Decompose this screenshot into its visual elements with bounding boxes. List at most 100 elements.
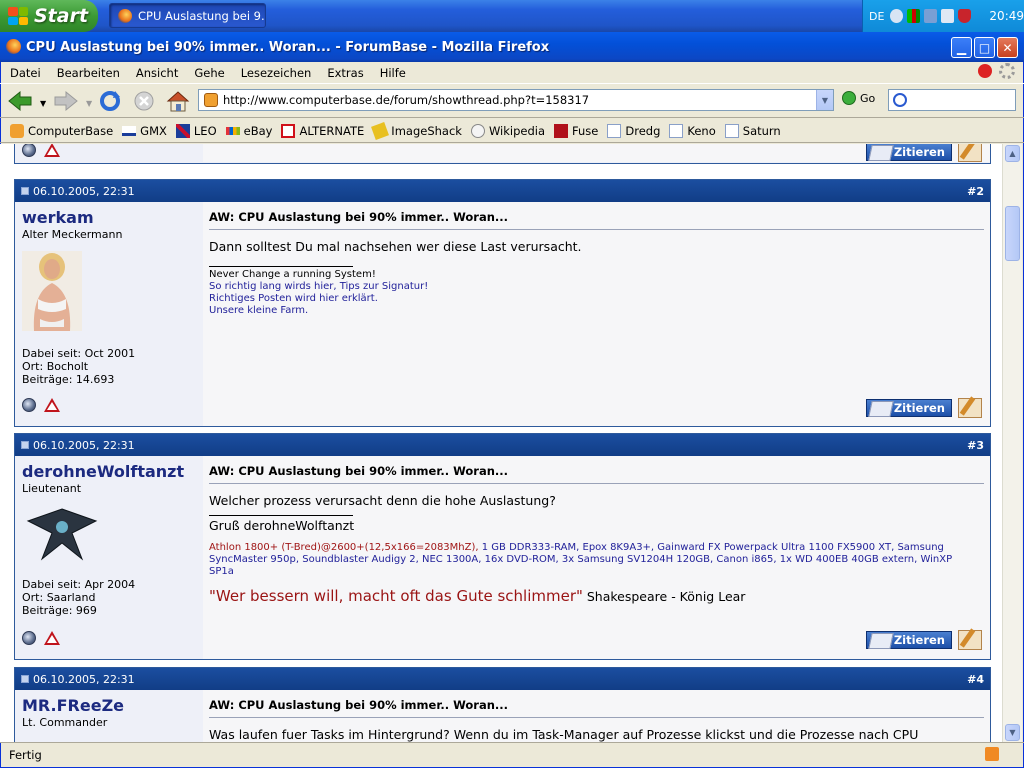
quick-reply-icon[interactable] bbox=[958, 398, 982, 418]
post-date: 06.10.2005, 22:31 bbox=[33, 438, 135, 452]
post-title: AW: CPU Auslastung bei 90% immer.. Woran… bbox=[209, 210, 984, 230]
scroll-up-button[interactable]: ▲ bbox=[1005, 145, 1020, 162]
post-text: Welcher prozess verursacht denn die hohe… bbox=[209, 493, 556, 508]
bookmark-wikipedia[interactable]: Wikipedia bbox=[470, 123, 545, 138]
online-status-icon[interactable] bbox=[22, 144, 36, 157]
go-button[interactable]: Go bbox=[842, 91, 875, 105]
menu-bar: Datei Bearbeiten Ansicht Gehe Lesezeiche… bbox=[0, 62, 1024, 83]
forward-dropdown-icon[interactable]: ▼ bbox=[86, 99, 92, 108]
bookmark-label: Keno bbox=[687, 123, 716, 138]
report-post-icon[interactable] bbox=[44, 398, 60, 412]
user-rank: Lt. Commander bbox=[22, 716, 108, 729]
post-2: 06.10.2005, 22:31 #2 werkam Alter Mecker… bbox=[14, 179, 991, 427]
stop-button[interactable] bbox=[131, 89, 157, 113]
report-post-icon[interactable] bbox=[44, 631, 60, 645]
cpu-meter-icon[interactable] bbox=[907, 9, 921, 23]
bookmark-alternate[interactable]: ALTERNATE bbox=[281, 123, 364, 138]
bookmark-imageshack[interactable]: ImageShack bbox=[371, 121, 462, 140]
window-title: CPU Auslastung bei 90% immer.. Woran... … bbox=[26, 39, 550, 55]
title-bar[interactable]: CPU Auslastung bei 90% immer.. Woran... … bbox=[0, 32, 1024, 62]
clock: 20:49 bbox=[989, 9, 1024, 23]
bookmark-gmx[interactable]: GMX bbox=[122, 124, 167, 138]
url-dropdown-icon[interactable]: ▼ bbox=[816, 90, 833, 110]
menu-lesezeichen[interactable]: Lesezeichen bbox=[241, 66, 312, 80]
close-button[interactable]: ✕ bbox=[997, 37, 1018, 58]
back-button[interactable] bbox=[7, 89, 33, 113]
bookmark-ebay[interactable]: eBay bbox=[225, 123, 273, 138]
user-avatar bbox=[22, 251, 82, 331]
signature-quote-line: "Wer bessern will, macht oft das Gute sc… bbox=[209, 587, 984, 605]
signature-link[interactable]: Richtiges Posten wird hier erklärt. bbox=[209, 293, 984, 305]
url-bar[interactable]: http://www.computerbase.de/forum/showthr… bbox=[198, 89, 834, 111]
home-button[interactable] bbox=[165, 89, 191, 113]
reload-button[interactable] bbox=[97, 89, 123, 113]
post-text: Was laufen fuer Tasks im Hintergrund? We… bbox=[209, 727, 919, 742]
forward-button[interactable] bbox=[53, 89, 79, 113]
bookmark-leo[interactable]: LEO bbox=[175, 123, 217, 138]
vertical-scrollbar[interactable]: ▲ ▼ bbox=[1002, 144, 1022, 742]
menu-ansicht[interactable]: Ansicht bbox=[136, 66, 178, 80]
user-join-date: Dabei seit: Apr 2004 bbox=[22, 578, 136, 591]
volume-icon[interactable] bbox=[941, 9, 955, 23]
status-bar: Fertig bbox=[0, 742, 1024, 766]
menu-datei[interactable]: Datei bbox=[10, 66, 41, 80]
scroll-thumb[interactable] bbox=[1005, 206, 1020, 261]
username[interactable]: MR.FReeZe bbox=[22, 696, 195, 715]
windows-logo-icon bbox=[8, 7, 28, 25]
minimize-button[interactable]: ▁ bbox=[951, 37, 972, 58]
post-text: Dann solltest Du mal nachsehen wer diese… bbox=[209, 239, 582, 254]
security-shield-icon[interactable] bbox=[958, 9, 972, 23]
bookmark-keno[interactable]: Keno bbox=[669, 123, 716, 138]
bookmark-fuse[interactable]: Fuse bbox=[554, 123, 598, 138]
signature-link[interactable]: Unsere kleine Farm. bbox=[209, 305, 984, 317]
maximize-button[interactable]: □ bbox=[974, 37, 995, 58]
user-avatar bbox=[22, 503, 102, 563]
reload-icon bbox=[100, 91, 120, 111]
forward-arrow-icon bbox=[54, 90, 78, 112]
post-number[interactable]: #3 bbox=[967, 439, 984, 452]
update-alert-icon[interactable] bbox=[978, 64, 992, 78]
back-dropdown-icon[interactable]: ▼ bbox=[40, 99, 46, 108]
post-title: AW: CPU Auslastung bei 90% immer.. Woran… bbox=[209, 464, 984, 484]
search-input[interactable] bbox=[888, 89, 1016, 111]
bookmark-label: eBay bbox=[243, 123, 273, 138]
start-button[interactable]: Start bbox=[0, 0, 98, 32]
bookmark-dredg[interactable]: Dredg bbox=[607, 123, 660, 138]
menu-bearbeiten[interactable]: Bearbeiten bbox=[57, 66, 120, 80]
post-date: 06.10.2005, 22:31 bbox=[33, 184, 135, 198]
taskbar-firefox-task[interactable]: CPU Auslastung bei 9... bbox=[109, 3, 266, 28]
go-label: Go bbox=[860, 91, 876, 105]
network-icon[interactable] bbox=[924, 9, 938, 23]
quick-reply-icon[interactable] bbox=[958, 630, 982, 650]
back-arrow-icon bbox=[8, 90, 32, 112]
signature-cpu-text: Athlon 1800+ (T-Bred)@2600+(12,5x166=208… bbox=[209, 542, 479, 553]
language-indicator[interactable]: DE bbox=[869, 10, 884, 23]
post-icon bbox=[21, 441, 29, 449]
menu-hilfe[interactable]: Hilfe bbox=[380, 66, 406, 80]
post-number[interactable]: #2 bbox=[967, 185, 984, 198]
rss-feed-icon[interactable] bbox=[985, 747, 999, 761]
report-post-icon[interactable] bbox=[44, 144, 60, 157]
username[interactable]: werkam bbox=[22, 208, 195, 227]
google-search-icon[interactable] bbox=[893, 93, 907, 107]
post-date: 06.10.2005, 22:31 bbox=[33, 672, 135, 686]
bookmark-saturn[interactable]: Saturn bbox=[724, 123, 781, 138]
bookmark-computerbase[interactable]: ComputerBase bbox=[10, 123, 114, 138]
username[interactable]: derohneWolftanzt bbox=[22, 462, 195, 481]
post-title: AW: CPU Auslastung bei 90% immer.. Woran… bbox=[209, 698, 984, 718]
post-number[interactable]: #4 bbox=[967, 673, 984, 686]
back-arrow-tray-icon[interactable] bbox=[890, 9, 904, 23]
quote-button[interactable]: Zitieren bbox=[866, 144, 952, 161]
menu-extras[interactable]: Extras bbox=[327, 66, 363, 80]
bookmark-label: ComputerBase bbox=[28, 123, 114, 138]
online-status-icon[interactable] bbox=[22, 631, 36, 645]
scroll-down-button[interactable]: ▼ bbox=[1005, 724, 1020, 741]
online-status-icon[interactable] bbox=[22, 398, 36, 412]
menu-gehe[interactable]: Gehe bbox=[194, 66, 224, 80]
home-icon bbox=[166, 91, 190, 112]
post-header: 06.10.2005, 22:31 #4 bbox=[15, 668, 990, 690]
quote-button[interactable]: Zitieren bbox=[866, 399, 952, 417]
quote-button[interactable]: Zitieren bbox=[866, 631, 952, 649]
quick-reply-icon[interactable] bbox=[958, 144, 982, 162]
signature-link[interactable]: So richtig lang wirds hier, Tips zur Sig… bbox=[209, 281, 984, 293]
